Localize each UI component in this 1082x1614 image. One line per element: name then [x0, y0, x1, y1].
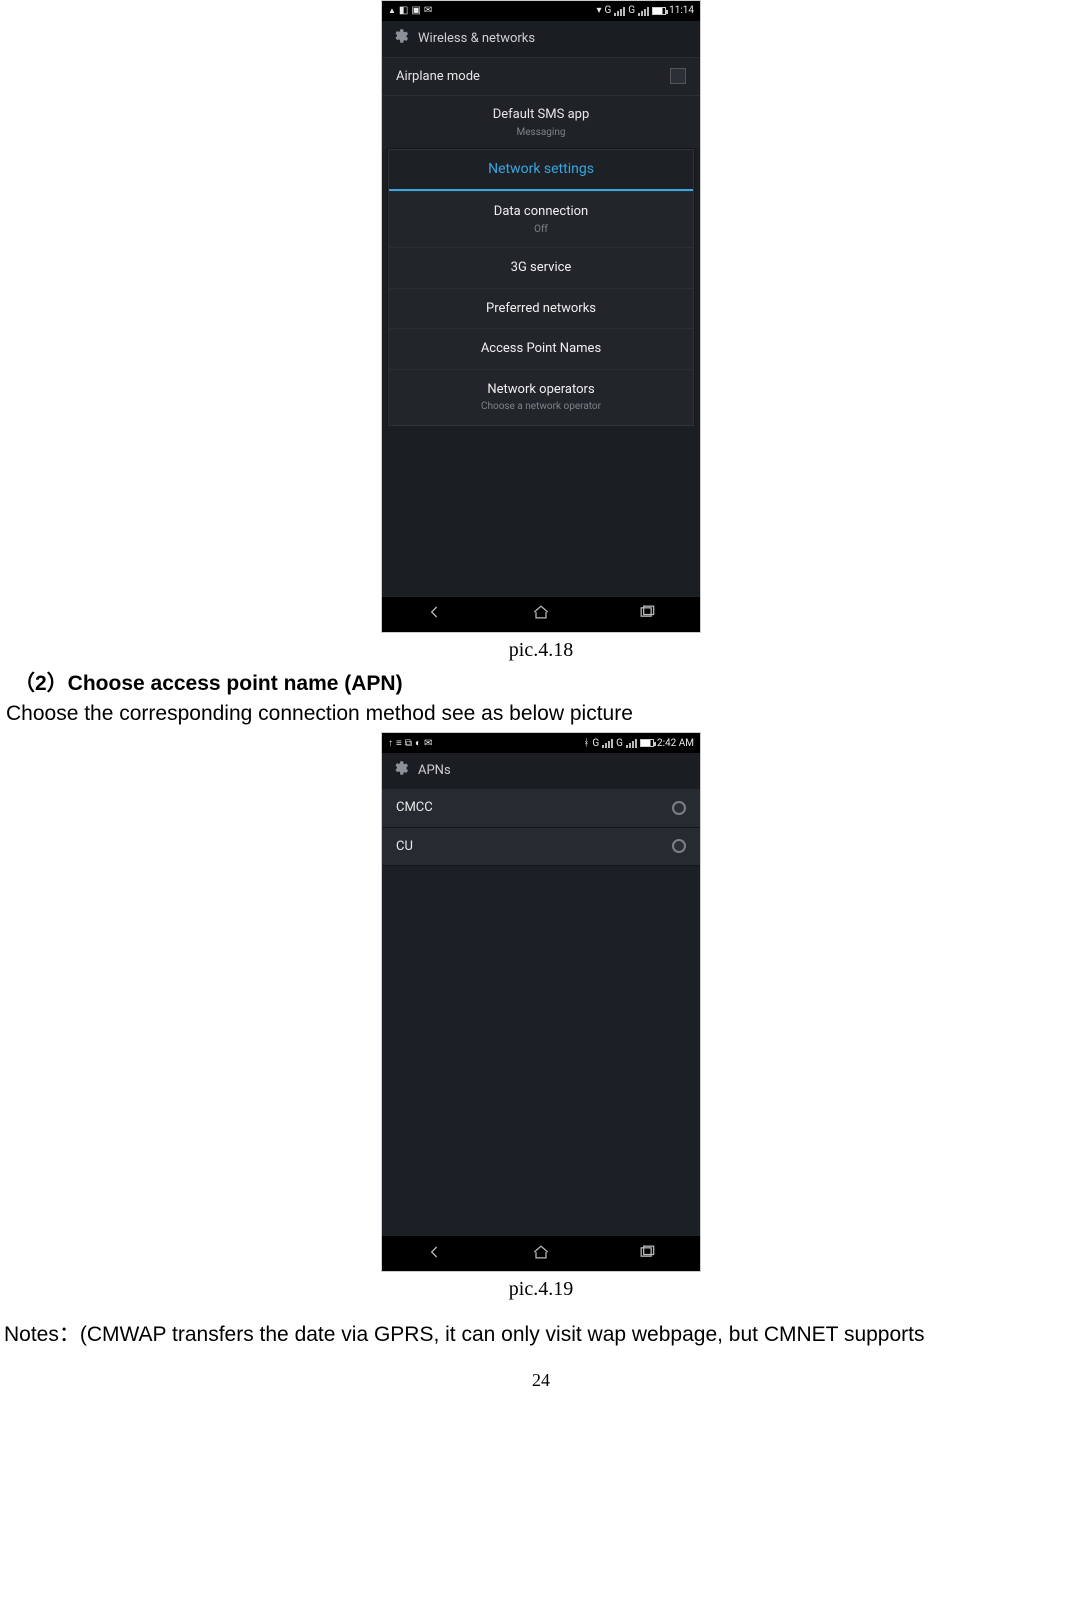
- notif-icon: ✉: [424, 4, 432, 18]
- signal-icon: [614, 7, 625, 16]
- network-g-icon: G: [592, 737, 599, 751]
- status-right-icons: ᚼ G G 2:42 AM: [583, 737, 694, 751]
- notif-icon: ◐: [415, 737, 421, 751]
- airplane-toggle[interactable]: [670, 68, 686, 84]
- dialog-row-data-connection[interactable]: Data connection Off: [389, 191, 693, 247]
- notif-icon: ▲: [388, 7, 396, 15]
- screenshot-apns: ↑ ≡ ⧉ ◐ ✉ ᚼ G G 2:42 AM: [381, 732, 701, 1272]
- system-navbar: [382, 596, 700, 632]
- notif-icon: ◧: [399, 4, 408, 18]
- caption-pic419: pic.4.19: [4, 1276, 1078, 1303]
- apn-item-cu[interactable]: CU: [382, 828, 700, 867]
- row-label: Data connection: [494, 204, 588, 219]
- row-sub: Off: [403, 223, 679, 237]
- notif-icon: ↑: [388, 737, 393, 751]
- empty-area: [382, 426, 700, 596]
- network-g-icon: G: [628, 4, 635, 18]
- default-sms-sub: Messaging: [396, 126, 686, 140]
- settings-gear-icon: [392, 27, 410, 51]
- clock: 2:42 AM: [657, 737, 694, 751]
- body-text: Choose the corresponding connection meth…: [6, 700, 1078, 728]
- dialog-row-network-operators[interactable]: Network operators Choose a network opera…: [389, 369, 693, 425]
- row-label: Network operators: [487, 382, 594, 397]
- wifi-icon: ▾: [596, 4, 601, 18]
- back-button[interactable]: [405, 1238, 465, 1270]
- apn-name: CMCC: [396, 799, 433, 817]
- default-sms-label: Default SMS app: [493, 107, 590, 122]
- status-bar: ↑ ≡ ⧉ ◐ ✉ ᚼ G G 2:42 AM: [382, 733, 700, 753]
- notif-icon: ▣: [411, 4, 420, 18]
- notif-icon: ≡: [396, 737, 402, 751]
- screen-title: APNs: [418, 762, 451, 780]
- list-item-airplane-mode[interactable]: Airplane mode: [382, 57, 700, 96]
- signal-icon: [626, 739, 637, 748]
- status-bar: ▲ ◧ ▣ ✉ ▾ G G 11:14: [382, 1, 700, 21]
- apn-name: CU: [396, 838, 413, 856]
- status-left-icons: ↑ ≡ ⧉ ◐ ✉: [388, 737, 432, 751]
- dialog-row-3g-service[interactable]: 3G service: [389, 247, 693, 288]
- apn-item-cmcc[interactable]: CMCC: [382, 789, 700, 828]
- home-button[interactable]: [511, 598, 571, 630]
- recents-button[interactable]: [617, 1238, 677, 1270]
- notes-text: Notes：(CMWAP transfers the date via GPRS…: [4, 1321, 1078, 1349]
- screen-title-row: Wireless & networks: [382, 21, 700, 57]
- bt-icon: ᚼ: [583, 737, 589, 751]
- page-number: 24: [4, 1368, 1078, 1392]
- row-label: 3G service: [511, 260, 572, 275]
- row-label: Access Point Names: [481, 341, 601, 356]
- dialog-title: Network settings: [389, 150, 693, 191]
- network-settings-dialog: Network settings Data connection Off 3G …: [388, 149, 694, 426]
- status-left-icons: ▲ ◧ ▣ ✉: [388, 4, 432, 18]
- clock: 11:14: [669, 4, 694, 18]
- network-g-icon: G: [616, 737, 623, 751]
- dialog-row-apn[interactable]: Access Point Names: [389, 328, 693, 369]
- apn-list: CMCC CU: [382, 789, 700, 1235]
- network-g-icon: G: [604, 4, 611, 18]
- settings-gear-icon: [392, 759, 410, 783]
- row-label: Preferred networks: [486, 301, 596, 316]
- notif-icon: ⧉: [405, 737, 412, 751]
- caption-pic418: pic.4.18: [4, 637, 1078, 664]
- row-sub: Choose a network operator: [403, 400, 679, 414]
- list-item-default-sms[interactable]: Default SMS app Messaging: [382, 95, 700, 149]
- dialog-row-preferred-networks[interactable]: Preferred networks: [389, 288, 693, 329]
- screenshot-network-settings: ▲ ◧ ▣ ✉ ▾ G G 11:14: [381, 0, 701, 633]
- battery-icon: [652, 7, 666, 15]
- battery-icon: [640, 739, 654, 747]
- system-navbar: [382, 1235, 700, 1271]
- screen-title: Wireless & networks: [418, 30, 535, 48]
- radio-button[interactable]: [672, 839, 686, 853]
- signal-icon: [602, 739, 613, 748]
- home-button[interactable]: [511, 1238, 571, 1270]
- airplane-mode-label: Airplane mode: [396, 68, 480, 86]
- signal-icon: [638, 7, 649, 16]
- back-button[interactable]: [405, 598, 465, 630]
- notif-icon: ✉: [424, 737, 432, 751]
- recents-button[interactable]: [617, 598, 677, 630]
- radio-button[interactable]: [672, 801, 686, 815]
- screen-title-row: APNs: [382, 753, 700, 789]
- section-heading: （2）Choose access point name (APN): [14, 670, 1078, 698]
- status-right-icons: ▾ G G 11:14: [596, 4, 694, 18]
